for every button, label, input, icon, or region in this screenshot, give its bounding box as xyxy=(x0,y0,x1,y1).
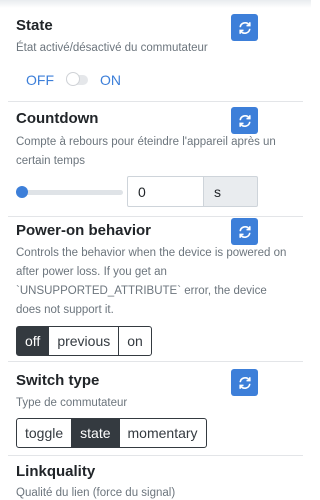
switch-type-option-toggle[interactable]: toggle xyxy=(16,418,73,448)
divider xyxy=(8,361,303,362)
refresh-icon xyxy=(238,225,251,238)
power-on-option-off[interactable]: off xyxy=(16,326,50,356)
state-description: État activé/désactivé du commutateur xyxy=(16,42,208,54)
divider xyxy=(8,101,303,102)
state-refresh-button[interactable] xyxy=(231,14,258,41)
switch-type-options: toggle state momentary xyxy=(16,418,207,448)
countdown-unit: s xyxy=(203,176,258,207)
power-on-description: Controls the behavior when the device is… xyxy=(16,247,287,316)
countdown-slider-track[interactable] xyxy=(16,190,123,195)
switch-type-description: Type de commutateur xyxy=(16,397,128,409)
linkquality-description: Qualité du lien (force du signal) xyxy=(16,487,176,499)
state-on-label: ON xyxy=(100,72,121,88)
refresh-icon xyxy=(238,114,251,127)
switch-type-title: Switch type xyxy=(16,372,100,389)
refresh-icon xyxy=(238,376,251,389)
countdown-title: Countdown xyxy=(16,110,99,127)
linkquality-title: Linkquality xyxy=(16,463,96,480)
state-switch[interactable] xyxy=(66,72,88,86)
state-toggle[interactable]: OFF ON xyxy=(26,71,121,89)
switch-knob xyxy=(66,72,80,86)
switch-type-option-state[interactable]: state xyxy=(71,418,120,448)
power-on-option-on[interactable]: on xyxy=(118,326,152,356)
power-on-title: Power-on behavior xyxy=(16,222,152,239)
power-on-option-previous[interactable]: previous xyxy=(48,326,120,356)
power-on-refresh-button[interactable] xyxy=(231,218,258,245)
countdown-slider-handle[interactable] xyxy=(16,186,28,198)
state-off-label: OFF xyxy=(26,72,54,88)
switch-type-refresh-button[interactable] xyxy=(231,369,258,396)
state-title: State xyxy=(16,17,53,34)
countdown-refresh-button[interactable] xyxy=(231,107,258,134)
divider xyxy=(8,455,303,456)
divider xyxy=(8,216,303,217)
countdown-value-input[interactable] xyxy=(127,176,204,207)
switch-type-option-momentary[interactable]: momentary xyxy=(118,418,207,448)
countdown-description: Compte à rebours pour éteindre l'apparei… xyxy=(16,136,276,167)
refresh-icon xyxy=(238,21,251,34)
top-fade xyxy=(0,0,311,8)
power-on-options: off previous on xyxy=(16,326,152,356)
